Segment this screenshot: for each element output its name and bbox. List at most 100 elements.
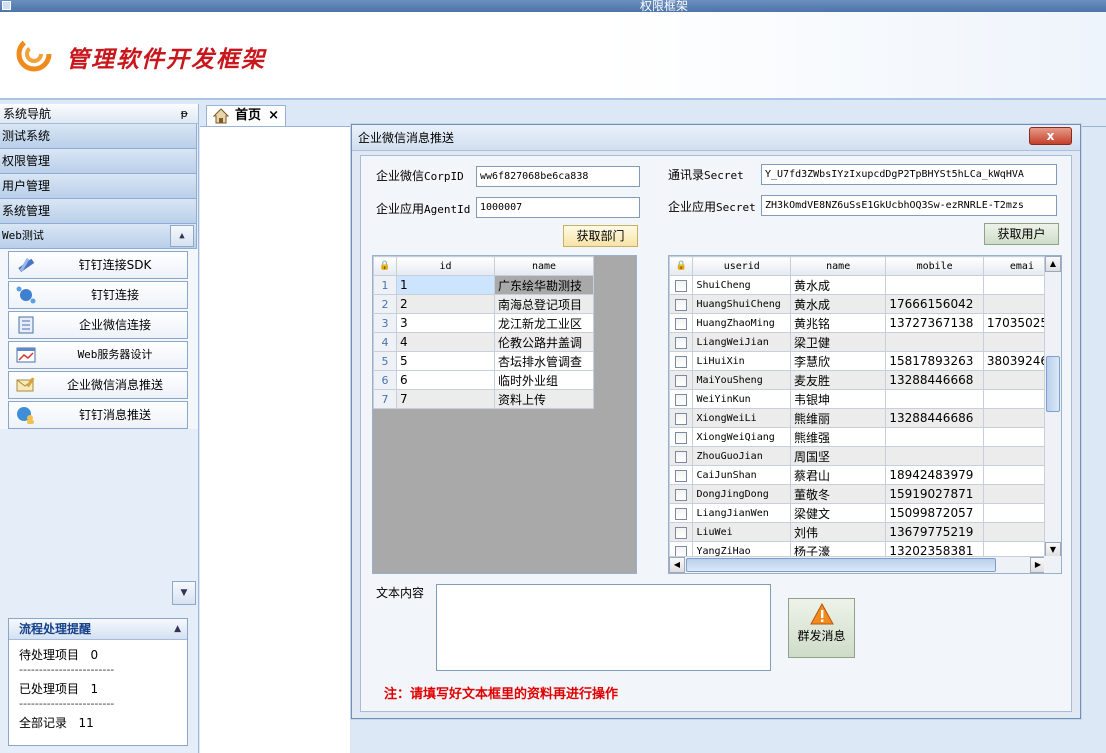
agentid-input[interactable]: 1000007 [476, 197, 640, 218]
userid-cell[interactable]: HuangShuiCheng [692, 294, 792, 314]
close-icon[interactable]: × [268, 106, 279, 126]
nav-item-wecom-connect[interactable]: 企业微信连接 [8, 311, 188, 339]
nav-group-system[interactable]: 系统管理 [0, 199, 197, 224]
collapse-up-icon[interactable]: ▲ [174, 619, 181, 639]
scroll-up-icon[interactable]: ▲ [1045, 256, 1061, 272]
col-header-name[interactable]: name [494, 256, 594, 276]
checkbox-icon[interactable] [675, 374, 688, 387]
checkbox-icon[interactable] [675, 412, 688, 425]
nav-item-web-server-design[interactable]: Web服务器设计 [8, 341, 188, 369]
row-checkbox[interactable] [669, 522, 694, 542]
nav-item-wecom-push[interactable]: 企业微信消息推送 [8, 371, 188, 399]
name-cell[interactable]: 黄水成 [790, 275, 887, 295]
col-header-userid[interactable]: userid [692, 256, 792, 276]
checkbox-icon[interactable] [675, 507, 688, 520]
mobile-cell[interactable]: 15919027871 [885, 484, 984, 504]
dept-grid[interactable]: 🔒 id name 1 1 广东绘华勘测技 2 2 南海总登记项目 3 3 龙江新龙工业区 … [372, 255, 637, 574]
mobile-cell[interactable]: 13288446686 [885, 408, 984, 428]
name-cell[interactable]: 熊维强 [790, 427, 887, 447]
mobile-cell[interactable]: 13288446668 [885, 370, 984, 390]
userid-cell[interactable]: LiangWeiJian [692, 332, 792, 352]
dept-name-cell[interactable]: 临时外业组 [494, 370, 594, 390]
scroll-left-icon[interactable]: ◀ [669, 557, 685, 573]
checkbox-icon[interactable] [675, 431, 688, 444]
userid-cell[interactable]: WeiYinKun [692, 389, 792, 409]
mobile-cell[interactable] [885, 332, 984, 352]
dept-id-cell[interactable]: 6 [396, 370, 495, 390]
mobile-cell[interactable]: 13679775219 [885, 522, 984, 542]
mobile-cell[interactable] [885, 275, 984, 295]
dept-id-cell[interactable]: 2 [396, 294, 495, 314]
col-header-name[interactable]: name [790, 256, 887, 276]
table-row[interactable]: 2 2 南海总登记项目 [373, 294, 594, 314]
dept-id-cell[interactable]: 5 [396, 351, 495, 371]
table-row[interactable]: 1 1 广东绘华勘测技 [373, 275, 594, 295]
checkbox-icon[interactable] [675, 469, 688, 482]
row-checkbox[interactable] [669, 503, 694, 523]
table-row[interactable]: HuangShuiCheng 黄水成 17666156042 [669, 294, 1061, 314]
mobile-cell[interactable] [885, 389, 984, 409]
table-row[interactable]: XiongWeiLi 熊维丽 13288446686 [669, 408, 1061, 428]
dept-id-cell[interactable]: 1 [396, 275, 495, 295]
dept-id-cell[interactable]: 4 [396, 332, 495, 352]
checkbox-icon[interactable] [675, 279, 688, 292]
userid-cell[interactable]: CaiJunShan [692, 465, 792, 485]
table-row[interactable]: XiongWeiQiang 熊维强 [669, 427, 1061, 447]
name-cell[interactable]: 黄水成 [790, 294, 887, 314]
checkbox-icon[interactable] [675, 526, 688, 539]
row-checkbox[interactable] [669, 446, 694, 466]
row-checkbox[interactable] [669, 465, 694, 485]
corpid-input[interactable]: ww6f827068be6ca838 [476, 166, 640, 187]
table-row[interactable]: CaiJunShan 蔡君山 18942483979 [669, 465, 1061, 485]
mobile-cell[interactable]: 15817893263 [885, 351, 984, 371]
dept-name-cell[interactable]: 伦教公路井盖调 [494, 332, 594, 352]
collapse-up-icon[interactable]: ▲ [170, 225, 194, 247]
dialog-close-button[interactable]: x [1029, 127, 1072, 145]
mobile-cell[interactable] [885, 427, 984, 447]
row-checkbox[interactable] [669, 275, 694, 295]
row-checkbox[interactable] [669, 294, 694, 314]
tab-home[interactable]: 首页 × [206, 105, 286, 127]
col-header-id[interactable]: id [396, 256, 495, 276]
name-cell[interactable]: 韦银坤 [790, 389, 887, 409]
send-message-button[interactable]: 群发消息 [788, 598, 855, 658]
table-row[interactable]: 7 7 资料上传 [373, 389, 594, 409]
mobile-cell[interactable] [885, 446, 984, 466]
row-checkbox[interactable] [669, 313, 694, 333]
table-row[interactable]: 5 5 杏坛排水管调查 [373, 351, 594, 371]
name-cell[interactable]: 熊维丽 [790, 408, 887, 428]
mobile-cell[interactable]: 18942483979 [885, 465, 984, 485]
get-dept-button[interactable]: 获取部门 [563, 225, 638, 247]
row-checkbox[interactable] [669, 484, 694, 504]
nav-group-permissions[interactable]: 权限管理 [0, 149, 197, 174]
userid-cell[interactable]: DongJingDong [692, 484, 792, 504]
dept-name-cell[interactable]: 南海总登记项目 [494, 294, 594, 314]
horizontal-scrollbar[interactable]: ◀ ▶ [669, 556, 1046, 573]
row-checkbox[interactable] [669, 389, 694, 409]
checkbox-icon[interactable] [675, 336, 688, 349]
dept-id-cell[interactable]: 3 [396, 313, 495, 333]
userid-cell[interactable]: XiongWeiLi [692, 408, 792, 428]
dept-name-cell[interactable]: 龙江新龙工业区 [494, 313, 594, 333]
row-checkbox[interactable] [669, 427, 694, 447]
userid-cell[interactable]: ShuiCheng [692, 275, 792, 295]
table-row[interactable]: MaiYouSheng 麦友胜 13288446668 [669, 370, 1061, 390]
name-cell[interactable]: 刘伟 [790, 522, 887, 542]
nav-group-web-test[interactable]: Web测试 ▲ [0, 224, 197, 249]
checkbox-icon[interactable] [675, 488, 688, 501]
row-checkbox[interactable] [669, 351, 694, 371]
checkbox-icon[interactable] [675, 298, 688, 311]
nav-item-dingtalk-connect[interactable]: 钉钉连接 [8, 281, 188, 309]
table-row[interactable]: 4 4 伦教公路井盖调 [373, 332, 594, 352]
table-row[interactable]: ShuiCheng 黄水成 [669, 275, 1061, 295]
table-row[interactable]: LiangWeiJian 梁卫健 [669, 332, 1061, 352]
nav-item-dingtalk-sdk[interactable]: 钉钉连接SDK [8, 251, 188, 279]
message-textarea[interactable] [436, 584, 771, 671]
col-header-mobile[interactable]: mobile [885, 256, 984, 276]
name-cell[interactable]: 麦友胜 [790, 370, 887, 390]
userid-cell[interactable]: XiongWeiQiang [692, 427, 792, 447]
name-cell[interactable]: 李慧欣 [790, 351, 887, 371]
table-row[interactable]: 3 3 龙江新龙工业区 [373, 313, 594, 333]
table-row[interactable]: LiuWei 刘伟 13679775219 [669, 522, 1061, 542]
get-users-button[interactable]: 获取用户 [984, 223, 1059, 245]
